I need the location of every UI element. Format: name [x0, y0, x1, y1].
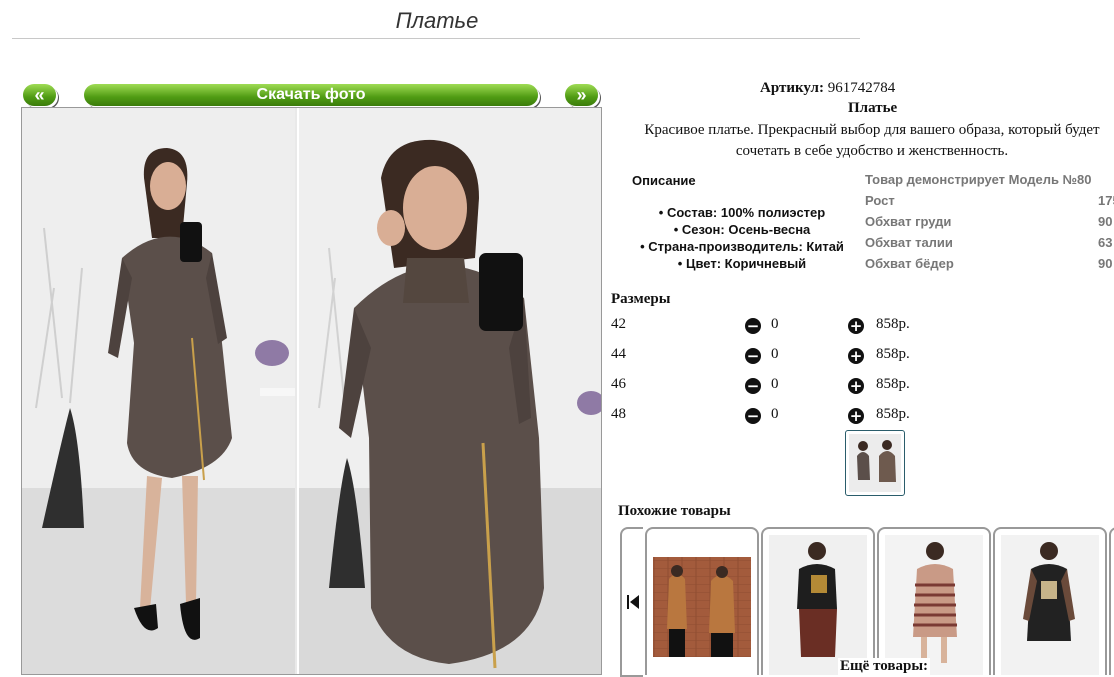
size-label: 48	[611, 406, 626, 422]
size-price: 858р.	[876, 316, 910, 332]
product-photo-full-length	[22, 108, 295, 674]
minus-icon[interactable]: −	[745, 348, 761, 364]
model-row-value: 90	[1098, 214, 1113, 229]
product-photo-gallery[interactable]	[21, 107, 602, 675]
size-price: 858р.	[876, 376, 910, 392]
size-row: 44 − 0 + 858р.	[611, 346, 931, 366]
minus-icon[interactable]: −	[745, 408, 761, 424]
plus-icon[interactable]: +	[848, 348, 864, 364]
sizes-title: Размеры	[611, 291, 671, 307]
size-row: 48 − 0 + 858р.	[611, 406, 931, 426]
product-description: Красивое платье. Прекрасный выбор для ва…	[630, 120, 1114, 162]
carousel-first-icon[interactable]	[620, 527, 643, 677]
page-title: Платье	[395, 8, 479, 33]
quantity-value: 0	[771, 316, 779, 332]
size-row: 46 − 0 + 858р.	[611, 376, 931, 396]
similar-product-card[interactable]	[761, 527, 875, 675]
size-price: 858р.	[876, 346, 910, 362]
similar-products-title: Похожие товары	[618, 503, 731, 519]
spec-item: Цвет: Коричневый	[612, 255, 872, 272]
specs-list: Состав: 100% полиэстер Сезон: Осень-весн…	[612, 204, 872, 272]
product-photo-closeup	[297, 108, 601, 674]
model-row-value: 63	[1098, 235, 1113, 250]
quantity-value: 0	[771, 346, 779, 362]
spec-item: Состав: 100% полиэстер	[612, 204, 872, 221]
plus-icon[interactable]: +	[848, 318, 864, 334]
similar-product-card[interactable]	[645, 527, 759, 675]
size-label: 44	[611, 346, 626, 362]
spec-item: Страна-производитель: Китай	[612, 238, 872, 255]
size-row: 42 − 0 + 858р.	[611, 316, 931, 336]
more-products-label: Ещё товары:	[838, 658, 931, 675]
model-row-label: Обхват груди	[865, 214, 952, 229]
size-label: 46	[611, 376, 626, 392]
model-row-value: 90	[1098, 256, 1113, 271]
model-row-label: Обхват бёдер	[865, 256, 954, 271]
specs-title: Описание	[632, 173, 696, 188]
title-divider	[12, 38, 860, 39]
similar-product-card[interactable]	[1109, 527, 1114, 675]
previous-photo-button[interactable]: «	[23, 84, 56, 106]
model-row-value: 175	[1098, 193, 1114, 208]
quantity-value: 0	[771, 376, 779, 392]
description-line: сочетать в себе удобство и женственность…	[735, 143, 1009, 159]
similar-product-card[interactable]	[993, 527, 1107, 675]
size-price: 858р.	[876, 406, 910, 422]
spec-item: Сезон: Осень-весна	[612, 221, 872, 238]
article-number: Артикул: 961742784	[760, 80, 895, 97]
description-line: Красивое платье. Прекрасный выбор для ва…	[644, 122, 1100, 138]
download-photo-button[interactable]: Скачать фото	[84, 84, 538, 106]
similar-product-card[interactable]	[877, 527, 991, 675]
minus-icon[interactable]: −	[745, 378, 761, 394]
size-label: 42	[611, 316, 626, 332]
quantity-value: 0	[771, 406, 779, 422]
minus-icon[interactable]: −	[745, 318, 761, 334]
article-value: 961742784	[827, 80, 896, 96]
product-name: Платье	[848, 100, 898, 116]
color-variant-thumbnail[interactable]	[845, 430, 905, 496]
plus-icon[interactable]: +	[848, 408, 864, 424]
model-row-label: Обхват талии	[865, 235, 953, 250]
next-photo-button[interactable]: »	[565, 84, 598, 106]
plus-icon[interactable]: +	[848, 378, 864, 394]
model-header: Товар демонстрирует Модель №80	[865, 172, 1092, 187]
model-row-label: Рост	[865, 193, 895, 208]
article-label: Артикул:	[760, 80, 824, 96]
